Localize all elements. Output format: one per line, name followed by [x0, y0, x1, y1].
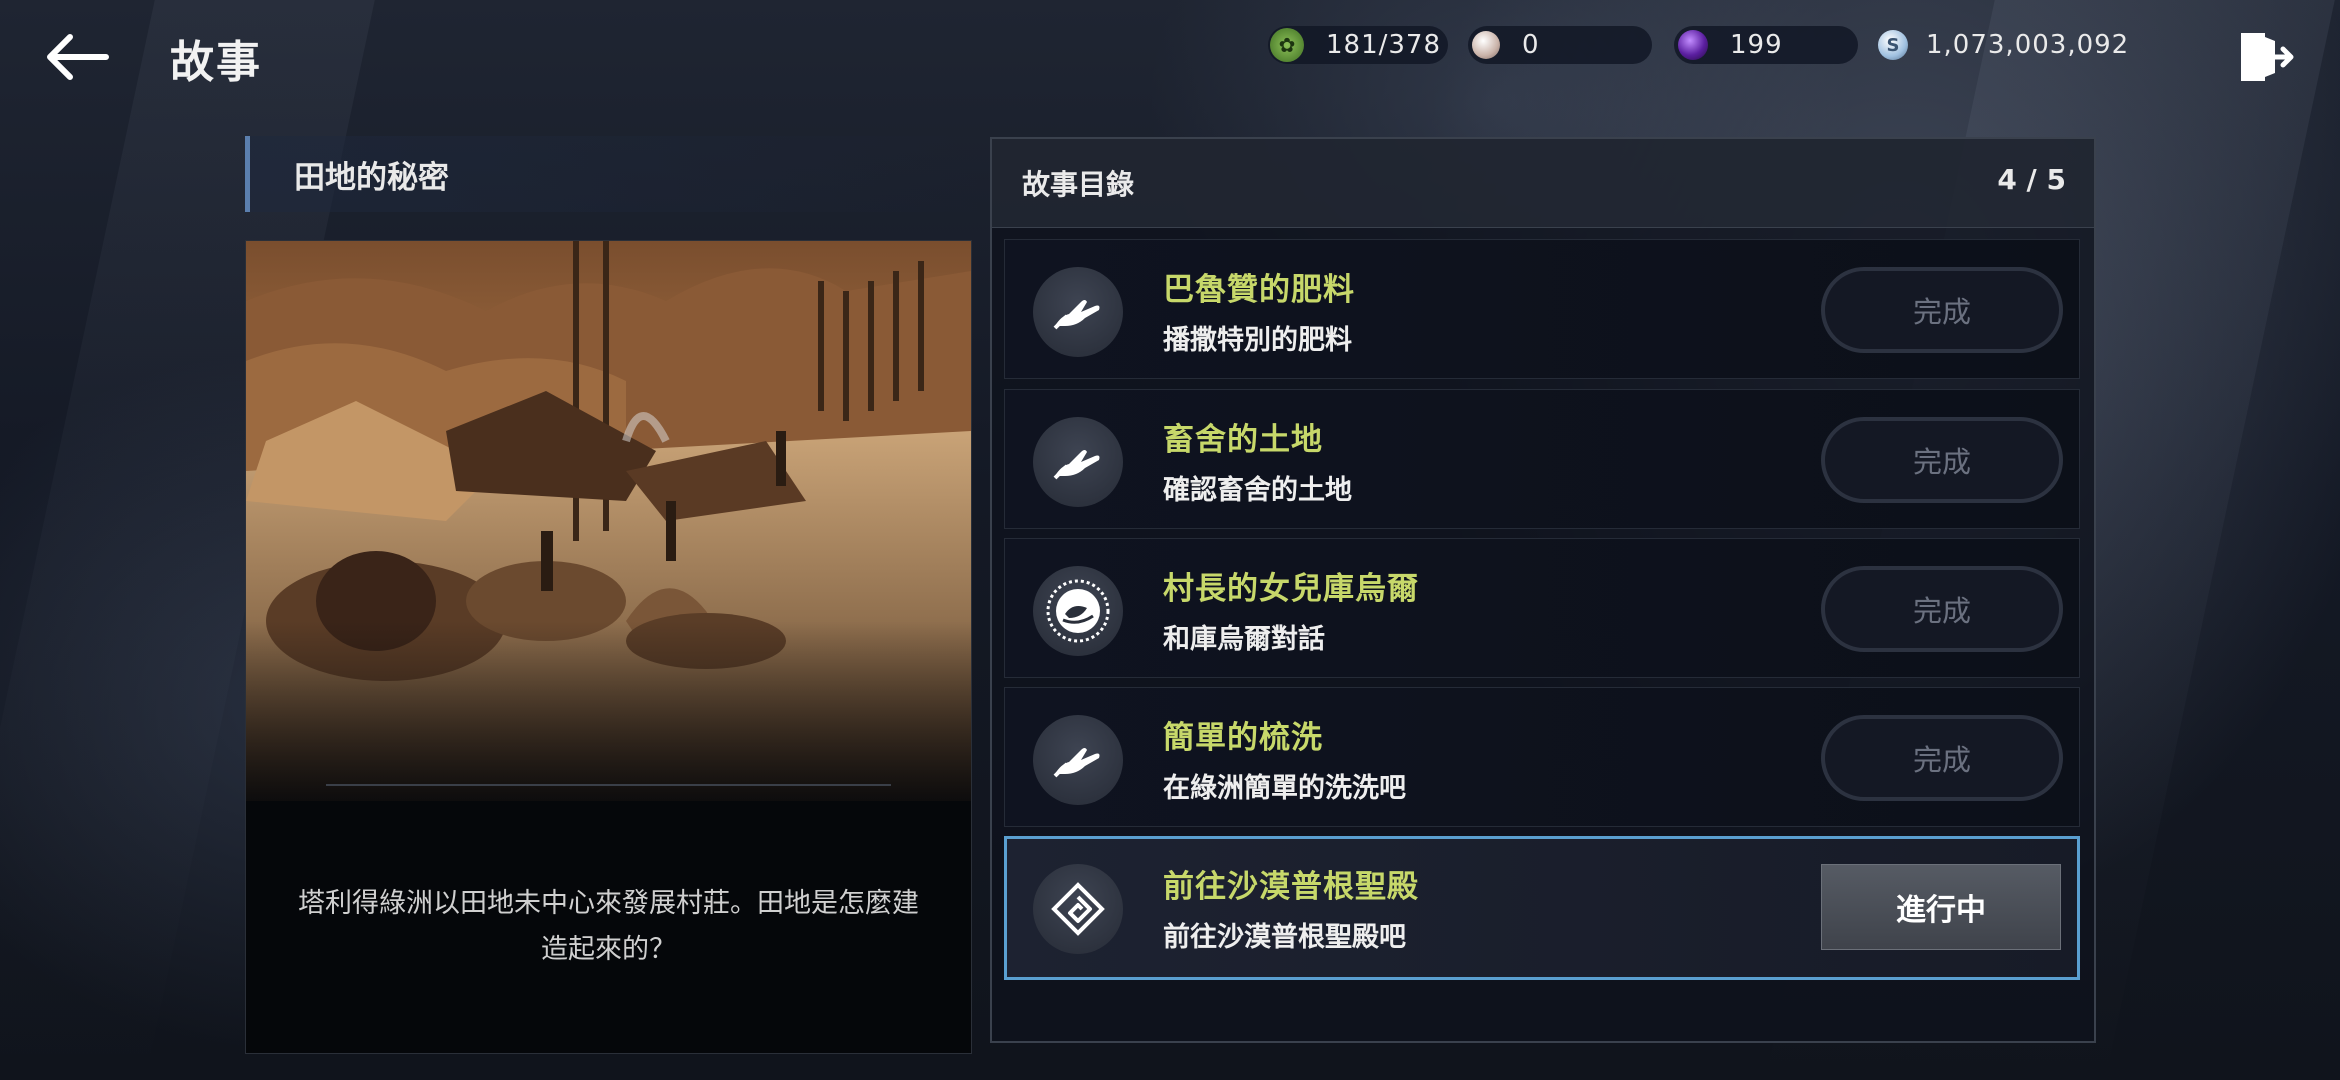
quest-in-progress-button[interactable]: 進行中 [1821, 864, 2061, 950]
story-list-panel: 故事目錄 4 / 5 巴魯贊的肥料 播撒特別的肥料 完成 畜舍的土地 確認畜舍的… [990, 137, 2096, 1043]
story-card: 塔利得綠洲以田地未中心來發展村莊。田地是怎麼建造起來的？ [245, 240, 972, 1054]
currency-energy-value: 181/378 [1326, 30, 1442, 60]
exit-door-icon [2241, 33, 2294, 81]
illustration-fade [246, 621, 971, 821]
currency-silver-value: 1,073,003,092 [1926, 30, 2130, 60]
silver-coin-icon: S [1878, 30, 1908, 60]
quest-subtitle: 播撒特別的肥料 [1163, 325, 1352, 356]
quest-item[interactable]: 巴魯贊的肥料 播撒特別的肥料 完成 [1004, 239, 2080, 379]
quest-item-active[interactable]: 前往沙漠普根聖殿 前往沙漠普根聖殿吧 進行中 [1004, 836, 2080, 980]
quest-title: 巴魯贊的肥料 [1163, 272, 1355, 308]
exit-button[interactable] [2230, 22, 2300, 92]
quest-title: 畜舍的土地 [1163, 422, 1323, 458]
quest-title: 前往沙漠普根聖殿 [1163, 869, 1419, 905]
chapter-title: 田地的秘密 [294, 159, 449, 196]
quest-item[interactable]: 村長的女兒庫烏爾 和庫烏爾對話 完成 [1004, 538, 2080, 678]
story-description: 塔利得綠洲以田地未中心來發展村莊。田地是怎麼建造起來的？ [298, 888, 919, 965]
quest-complete-button[interactable]: 完成 [1821, 715, 2063, 801]
story-list-title: 故事目錄 [1022, 168, 1135, 201]
hand-icon [1033, 417, 1123, 507]
quest-subtitle: 前往沙漠普根聖殿吧 [1163, 922, 1406, 953]
quest-subtitle: 在綠洲簡單的洗洗吧 [1163, 773, 1406, 804]
quest-subtitle: 確認畜舍的土地 [1163, 475, 1352, 506]
quest-complete-button[interactable]: 完成 [1821, 566, 2063, 652]
page-title: 故事 [170, 37, 262, 88]
currency-pearl: 0 [1468, 26, 1652, 64]
quest-item[interactable]: 簡單的梳洗 在綠洲簡單的洗洗吧 完成 [1004, 687, 2080, 827]
quest-complete-button[interactable]: 完成 [1821, 267, 2063, 353]
quest-subtitle: 和庫烏爾對話 [1163, 624, 1325, 655]
hand-icon [1033, 715, 1123, 805]
pearl-icon [1472, 31, 1500, 59]
currency-pearl-value: 0 [1522, 30, 1540, 60]
speech-icon [1033, 566, 1123, 656]
arrow-left-icon [47, 34, 109, 80]
currency-purple-orb: 199 [1674, 26, 1858, 64]
purple-orb-icon [1678, 30, 1708, 60]
story-progress-count: 4 / 5 [1997, 163, 2066, 196]
back-button[interactable] [36, 22, 116, 92]
story-list-header: 故事目錄 4 / 5 [992, 139, 2094, 228]
story-divider [326, 784, 891, 786]
currency-energy: ✿ 181/378 [1268, 26, 1448, 64]
quest-title: 簡單的梳洗 [1163, 720, 1323, 756]
chapter-title-bar: 田地的秘密 [245, 136, 980, 212]
energy-icon: ✿ [1270, 28, 1304, 62]
waypoint-icon [1033, 864, 1123, 954]
quest-item[interactable]: 畜舍的土地 確認畜舍的土地 完成 [1004, 389, 2080, 529]
currency-purple-orb-value: 199 [1730, 30, 1783, 60]
currency-silver: S 1,073,003,092 [1876, 26, 2130, 64]
quest-complete-button[interactable]: 完成 [1821, 417, 2063, 503]
hand-icon [1033, 267, 1123, 357]
quest-title: 村長的女兒庫烏爾 [1163, 571, 1419, 607]
